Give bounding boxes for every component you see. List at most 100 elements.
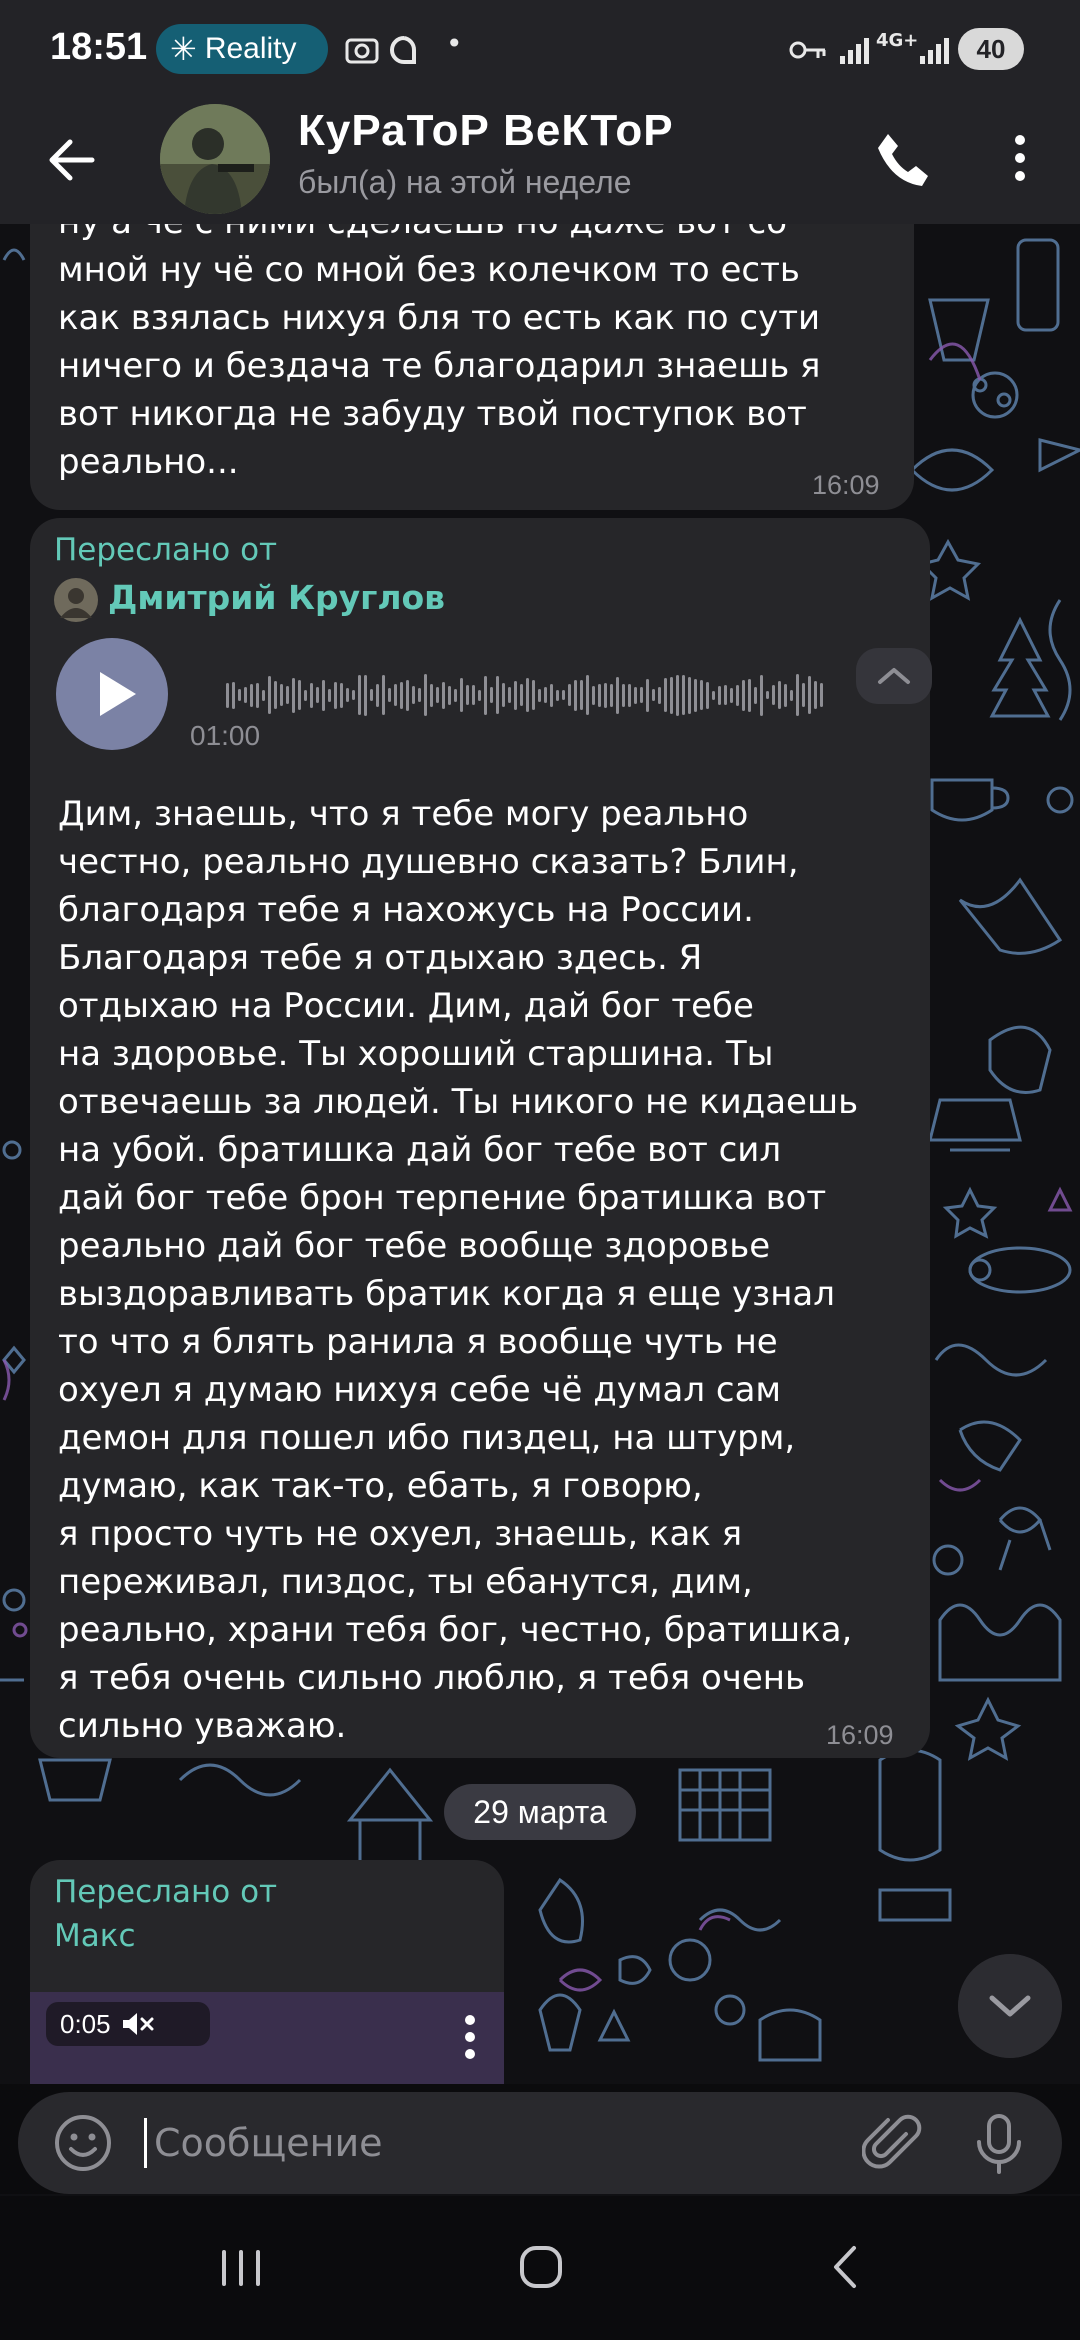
waveform-bar [574,679,577,711]
back-arrow-icon[interactable] [40,128,104,192]
waveform-bar [376,683,379,707]
waveform-bar [622,683,625,707]
waveform-bar [784,683,787,707]
forwarded-sender-name[interactable]: Дмитрий Круглов [108,578,445,617]
waveform-bar [316,687,319,703]
waveform-bar [496,676,499,714]
video-preview[interactable]: 0:05 [30,1992,504,2090]
waveform-bar [406,679,409,711]
message-composer [18,2092,1062,2194]
waveform-bar [550,683,553,707]
notification-dot-icon: • [446,27,463,60]
emoji-icon[interactable] [52,2112,114,2174]
video-more-icon[interactable] [462,2012,478,2062]
chevron-down-icon[interactable] [958,1954,1062,2058]
waveform-bar [736,684,739,706]
waveform-bar [802,683,805,707]
waveform-bar [604,682,607,708]
waveform-bar [706,681,709,709]
play-icon[interactable] [56,638,168,750]
screenshot-icon [345,38,379,64]
mute-icon[interactable] [121,2010,155,2038]
waveform-bar [358,675,361,715]
waveform-bar [754,686,757,704]
waveform-bar [616,676,619,714]
waveform-bar [748,678,751,712]
waveform-bar [652,689,655,701]
waveform-bar [442,681,445,709]
home-icon[interactable] [496,2232,586,2302]
battery-indicator: 40 [958,28,1024,70]
status-time: 18:51 [50,26,148,68]
waveform-bar [280,684,283,706]
chat-header: КуРаТоР ВеКТоР был(а) на этой неделе [0,100,1080,224]
waveform-bar [256,682,259,708]
waveform-bar [646,678,649,712]
waveform-bar [478,689,481,701]
forwarded-sender-name[interactable]: Макс [54,1918,136,1954]
waveform-bar [238,689,241,701]
phone-icon[interactable] [870,126,934,190]
microphone-icon[interactable] [968,2112,1030,2176]
vpn-key-icon [789,41,826,59]
video-duration: 0:05 [60,2008,111,2039]
waveform-bar [292,677,295,713]
waveform-bar [640,687,643,703]
chat-title[interactable]: КуРаТоР ВеКТоР [298,106,674,156]
waveform-bar [628,683,631,707]
forwarded-voice-message[interactable]: Переслано от Дмитрий Круглов 01:00 Дим, … [30,518,932,1758]
chat-avatar[interactable] [160,104,270,214]
date-separator: 29 марта [444,1784,636,1840]
waveform-bar [466,685,469,705]
waveform-bar [508,687,511,703]
message-input[interactable] [154,2118,714,2168]
waveform-bar [328,688,331,702]
waveform-bar [718,685,721,705]
reality-status-pill[interactable]: ✳ Reality [156,24,328,74]
waveform-bar [658,686,661,704]
waveform-bar [244,687,247,703]
waveform-bar [382,675,385,715]
waveform-bar [532,680,535,710]
paperclip-icon[interactable] [862,2112,926,2176]
waveform-bar [670,676,673,714]
forwarded-video-message[interactable]: Переслано от Макс 0:05 [30,1860,504,2090]
waveform-bar [556,689,559,701]
waveform-bar [796,674,799,716]
waveform-bar [814,681,817,709]
waveform-bar [268,676,271,714]
waveform-bar [766,691,769,699]
waveform-bar [580,680,583,710]
waveform-bar [400,681,403,709]
waveform-bar [790,689,793,701]
text-caret [144,2118,147,2168]
waveform-bar [562,690,565,700]
waveform-bar [760,674,763,716]
waveform-bar [772,685,775,705]
signal-icon-2 [920,38,949,64]
waveform-bar [676,674,679,716]
waveform-bar [730,687,733,703]
waveform-bar [364,674,367,716]
more-vertical-icon[interactable] [996,126,1044,190]
waveform-bar [526,678,529,712]
waveform-bar [298,680,301,710]
waveform-bar [514,680,517,710]
waveform-bar [322,679,325,711]
network-type-label: 4G+ [876,30,919,51]
waveform-bar [460,678,463,712]
waveform-bar [538,688,541,702]
waveform-bar [598,683,601,707]
voice-transcription-text: Дим, знаешь, что я тебе могу реально чес… [58,794,859,1746]
waveform-bar [682,675,685,715]
chat-bubble-icon [390,36,417,64]
chevron-up-icon[interactable] [856,648,932,704]
back-nav-icon[interactable] [800,2232,890,2302]
waveform-bar [346,688,349,702]
waveform-bar [448,685,451,705]
voice-waveform[interactable] [226,672,846,718]
recent-apps-icon[interactable] [196,2232,286,2302]
waveform-bar [694,678,697,712]
waveform-bar [778,681,781,709]
signal-icon-1 [840,38,869,64]
